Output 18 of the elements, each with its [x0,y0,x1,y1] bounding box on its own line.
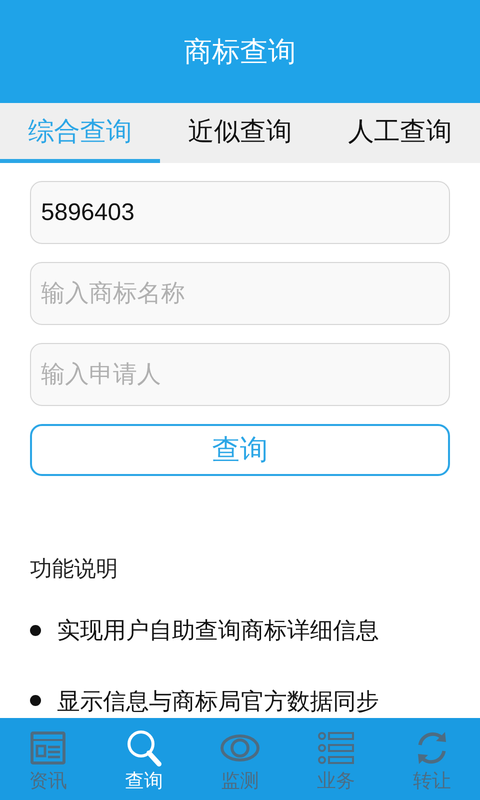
feature-text: 实现用户自助查询商标详细信息 [57,616,379,645]
input-field[interactable]: 输入商标名称 [30,262,450,325]
tab[interactable]: 综合查询 [0,103,160,163]
bullet-icon [30,624,41,636]
input-field[interactable]: 5896403 [30,181,450,244]
feature-text: 显示信息与商标局官方数据同步 [57,686,379,716]
input-field[interactable]: 输入申请人 [30,343,450,406]
nav-tab[interactable]: 查询 [96,718,192,800]
tab[interactable]: 人工查询 [320,103,480,163]
search-button[interactable]: 查询 [30,424,450,476]
nav-tab[interactable]: 业务 [288,718,384,800]
page-title: 商标查询 [184,34,296,68]
bullet-icon [30,695,41,706]
nav-tab[interactable]: 转让 [384,718,480,800]
nav-tab[interactable]: 监测 [192,718,288,800]
tab[interactable]: 近似查询 [160,103,320,163]
nav-tab[interactable]: 资讯 [0,718,96,800]
section-title: 功能说明 [30,555,119,583]
